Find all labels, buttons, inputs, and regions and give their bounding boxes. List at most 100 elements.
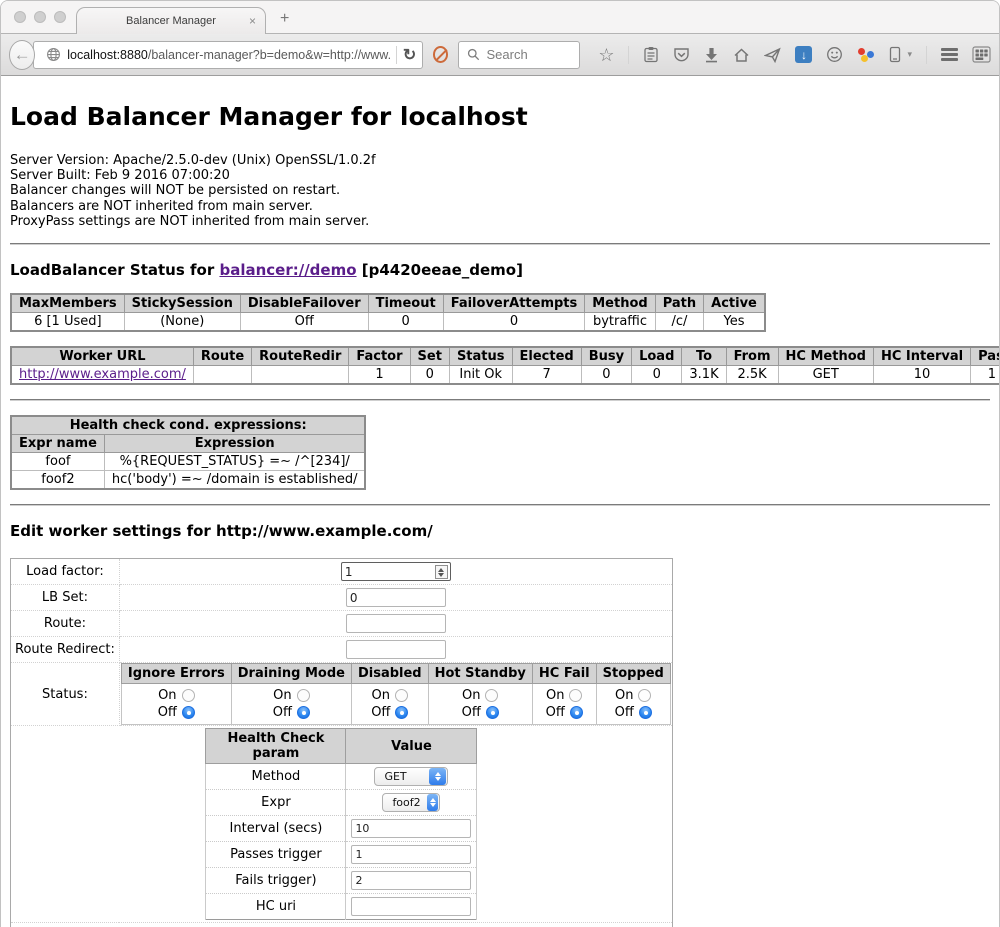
table-header-row: Health Check param Value	[206, 729, 477, 764]
hot-standby-off-radio[interactable]	[486, 706, 499, 719]
tab-balancer-manager[interactable]: Balancer Manager ×	[76, 7, 266, 34]
browser-window: Balancer Manager × + ← localhost:8880/ba…	[0, 0, 1000, 927]
route-redirect-input[interactable]	[346, 640, 446, 659]
worker-status-table: Worker URL Route RouteRedir Factor Set S…	[10, 346, 1000, 385]
lb-set-label: LB Set:	[11, 585, 120, 611]
tab-close-icon[interactable]: ×	[249, 14, 256, 28]
divider	[10, 504, 990, 506]
send-tab-icon[interactable]	[764, 47, 781, 63]
menu-hamburger-icon[interactable]	[941, 48, 958, 61]
clipboard-icon[interactable]	[643, 46, 659, 63]
tile-grid-icon[interactable]	[972, 46, 991, 63]
lb-set-input[interactable]	[346, 588, 446, 607]
draining-mode-off-radio[interactable]	[297, 706, 310, 719]
table-header-row: Worker URL Route RouteRedir Factor Set S…	[11, 347, 1000, 366]
hc-fail-off-radio[interactable]	[570, 706, 583, 719]
number-spinner[interactable]	[435, 565, 448, 579]
table-row: foof %{REQUEST_STATUS} =~ /^[234]/	[11, 453, 365, 471]
server-built-line: Server Built: Feb 9 2016 07:00:20	[10, 168, 990, 183]
search-placeholder: Search	[486, 47, 527, 62]
status-radio-row: OnOff OnOff OnOff OnOff OnOff OnOff	[121, 684, 670, 725]
divider	[10, 243, 990, 245]
expr-row: Expr foof2	[206, 790, 477, 816]
health-check-row: Health Check param Value Method GET Expr…	[11, 726, 673, 923]
persist-note-line: Balancer changes will NOT be persisted o…	[10, 183, 990, 198]
interval-input[interactable]	[351, 819, 471, 838]
reload-icon[interactable]: ↻	[403, 45, 416, 65]
search-bar[interactable]: Search	[458, 41, 580, 69]
chevron-down-icon[interactable]: ▾	[907, 49, 912, 60]
divider	[10, 399, 990, 401]
tab-title: Balancer Manager	[126, 15, 216, 27]
minimize-window-icon[interactable]	[34, 11, 46, 23]
method-row: Method GET	[206, 764, 477, 790]
expr-name: foof	[11, 453, 104, 471]
table-row: foof2 hc('body') =~ /domain is establish…	[11, 471, 365, 490]
ignore-errors-radios: OnOff	[128, 686, 225, 722]
expr-value: %{REQUEST_STATUS} =~ /^[234]/	[104, 453, 365, 471]
ignore-errors-on-radio[interactable]	[182, 689, 195, 702]
page-title: Load Balancer Manager for localhost	[10, 76, 990, 131]
pocket-icon[interactable]	[673, 47, 690, 63]
ignore-errors-off-radio[interactable]	[182, 706, 195, 719]
status-row: Status: Ignore Errors Draining Mode Disa…	[11, 663, 673, 726]
plugin-blocked-icon[interactable]	[433, 46, 448, 63]
expr-value: hc('body') =~ /domain is established/	[104, 471, 365, 490]
table-header-row: MaxMembers StickySession DisableFailover…	[11, 294, 765, 313]
hc-fail-radios: OnOff	[539, 686, 590, 722]
disabled-radios: OnOff	[358, 686, 422, 722]
stopped-off-radio[interactable]	[639, 706, 652, 719]
method-select[interactable]: GET	[374, 767, 448, 786]
bookmark-star-icon[interactable]: ☆	[598, 46, 614, 64]
expr-name: foof2	[11, 471, 104, 490]
route-redirect-label: Route Redirect:	[11, 637, 120, 663]
tab-bar: Balancer Manager × +	[1, 1, 999, 34]
route-input[interactable]	[346, 614, 446, 633]
worker-url-link[interactable]: http://www.example.com/	[19, 367, 186, 382]
table-header-row: Expr name Expression	[11, 435, 365, 453]
lb-set-row: LB Set:	[11, 585, 673, 611]
hc-uri-input[interactable]	[351, 897, 471, 916]
passes-input[interactable]	[351, 845, 471, 864]
zoom-window-icon[interactable]	[54, 11, 66, 23]
disabled-on-radio[interactable]	[395, 689, 408, 702]
close-window-icon[interactable]	[14, 11, 26, 23]
select-arrows-icon	[429, 768, 446, 785]
status-table: Ignore Errors Draining Mode Disabled Hot…	[121, 663, 671, 725]
route-redirect-row: Route Redirect:	[11, 637, 673, 663]
device-battery-icon[interactable]	[889, 46, 901, 63]
disabled-off-radio[interactable]	[395, 706, 408, 719]
window-controls[interactable]	[14, 11, 66, 23]
colorful-extension-icon[interactable]	[857, 46, 875, 64]
route-label: Route:	[11, 611, 120, 637]
balancer-status-table: MaxMembers StickySession DisableFailover…	[10, 293, 766, 332]
navigation-toolbar: ← localhost:8880/balancer-manager?b=demo…	[1, 34, 999, 76]
feedback-smiley-icon[interactable]	[826, 46, 843, 63]
back-button[interactable]: ←	[9, 40, 35, 70]
edit-worker-heading: Edit worker settings for http://www.exam…	[10, 522, 990, 540]
draining-mode-on-radio[interactable]	[297, 689, 310, 702]
hc-fail-on-radio[interactable]	[569, 689, 582, 702]
fails-row: Fails trigger)	[206, 868, 477, 894]
save-to-device-icon[interactable]: ↓	[795, 46, 812, 63]
url-bar[interactable]: localhost:8880/balancer-manager?b=demo&w…	[33, 41, 423, 69]
download-icon[interactable]	[704, 47, 719, 63]
url-text[interactable]: localhost:8880/balancer-manager?b=demo&w…	[67, 48, 390, 62]
server-version-line: Server Version: Apache/2.5.0-dev (Unix) …	[10, 153, 990, 168]
select-arrows-icon	[427, 794, 439, 811]
fails-input[interactable]	[351, 871, 471, 890]
health-check-param-table: Health Check param Value Method GET Expr…	[205, 728, 477, 920]
balancers-note-line: Balancers are NOT inherited from main se…	[10, 199, 990, 214]
home-icon[interactable]	[733, 47, 750, 63]
balancer-status-heading: LoadBalancer Status for balancer://demo …	[10, 261, 990, 279]
new-tab-button[interactable]: +	[280, 10, 289, 28]
balancer-demo-link[interactable]: balancer://demo	[219, 261, 356, 279]
route-row: Route:	[11, 611, 673, 637]
load-factor-row: Load factor:	[11, 559, 673, 585]
hot-standby-on-radio[interactable]	[485, 689, 498, 702]
expr-table-title: Health check cond. expressions:	[11, 416, 365, 435]
stopped-on-radio[interactable]	[638, 689, 651, 702]
health-check-expressions-table: Health check cond. expressions: Expr nam…	[10, 415, 366, 490]
expr-select[interactable]: foof2	[382, 793, 440, 812]
search-icon	[467, 48, 480, 61]
